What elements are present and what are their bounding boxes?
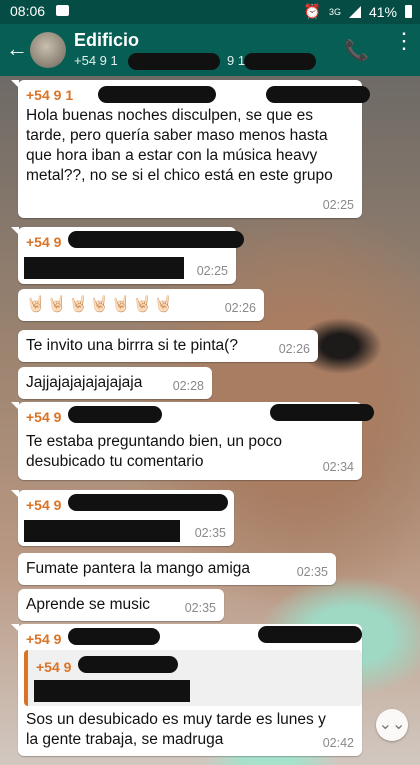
- message-sender: +54 9 1: [26, 87, 74, 103]
- message-time: 02:34: [322, 459, 354, 474]
- redaction: [24, 257, 184, 279]
- more-options-icon[interactable]: ⋮: [393, 30, 415, 52]
- group-avatar[interactable]: [30, 32, 66, 68]
- redaction: [68, 494, 228, 511]
- add-call-icon[interactable]: 📞: [344, 38, 369, 63]
- redaction: [258, 626, 362, 643]
- quoted-message[interactable]: +54 9: [24, 650, 362, 706]
- message-text: Sos un desubicado es muy tarde es lunes …: [26, 711, 326, 749]
- group-title[interactable]: Edificio: [74, 30, 139, 51]
- message-bubble[interactable]: +54 9 02:25: [11, 227, 244, 284]
- message-text: Fumate pantera la mango amiga: [26, 560, 251, 577]
- signal-icon: [348, 5, 361, 18]
- message-sender: +54 9: [26, 631, 62, 647]
- message-sender: +54 9: [26, 234, 62, 250]
- chat-header: ← Edificio +54 9 1 9 1 📞 ⋮: [0, 24, 420, 76]
- message-bubble[interactable]: +54 9 02:35: [11, 490, 234, 546]
- redaction: [128, 53, 220, 70]
- subtitle-prefix: +54 9 1: [74, 53, 118, 68]
- message-sender: +54 9: [26, 409, 62, 425]
- group-members-subtitle[interactable]: +54 9 1 9 1: [74, 53, 245, 68]
- redaction: [34, 680, 190, 702]
- message-time: 02:26: [278, 341, 310, 356]
- back-arrow-icon[interactable]: ←: [6, 36, 28, 62]
- scroll-to-bottom-icon[interactable]: ⌄⌄: [376, 709, 408, 741]
- redaction: [78, 656, 178, 673]
- message-time: 02:25: [196, 263, 228, 278]
- redaction: [68, 231, 244, 248]
- subtitle-mid: 9 1: [227, 53, 246, 68]
- redaction: [270, 404, 374, 421]
- redaction: [24, 520, 180, 542]
- quoted-sender: +54 9: [36, 659, 72, 675]
- gallery-notification-icon: [56, 5, 69, 16]
- message-bubble[interactable]: +54 9 Te estaba preguntando bien, un poc…: [11, 402, 374, 480]
- message-bubble[interactable]: Aprende se music 02:35: [18, 589, 224, 621]
- message-text: Te invito una birrra si te pinta(?: [26, 337, 238, 354]
- message-text: Hola buenas noches disculpen, se que es …: [26, 107, 333, 185]
- redaction: [244, 53, 316, 70]
- redaction: [68, 628, 160, 645]
- message-bubble[interactable]: +54 9 1 Hola buenas noches disculpen, se…: [11, 80, 370, 218]
- message-time: 02:42: [322, 735, 354, 750]
- message-time: 02:26: [224, 300, 256, 315]
- battery-icon: [405, 5, 412, 18]
- status-time: 08:06: [10, 3, 46, 19]
- network-type: 3G: [328, 6, 341, 17]
- message-bubble[interactable]: +54 9 +54 9 Sos un desubicado es muy tar…: [11, 624, 362, 756]
- message-text: Te estaba preguntando bien, un poco desu…: [26, 433, 282, 471]
- message-bubble[interactable]: Jajjajajajajajajaja 02:28: [18, 367, 212, 399]
- chat-area: +54 9 1 Hola buenas noches disculpen, se…: [0, 76, 420, 765]
- message-text: Jajjajajajajajajaja: [26, 374, 143, 391]
- status-bar: 08:06 ⏰ 3G 41%: [0, 0, 420, 24]
- message-time: 02:35: [184, 600, 216, 615]
- message-bubble[interactable]: Fumate pantera la mango amiga 02:35: [18, 553, 336, 585]
- battery-percent: 41%: [368, 3, 397, 20]
- alarm-icon: ⏰: [303, 3, 321, 19]
- message-time: 02:35: [194, 525, 226, 540]
- message-bubble[interactable]: 🤘🏻🤘🏻🤘🏻🤘🏻🤘🏻🤘🏻🤘🏻 02:26: [18, 289, 264, 321]
- message-text: 🤘🏻🤘🏻🤘🏻🤘🏻🤘🏻🤘🏻🤘🏻: [26, 296, 176, 313]
- message-time: 02:28: [172, 378, 204, 393]
- message-time: 02:25: [322, 197, 354, 212]
- redaction: [266, 86, 370, 103]
- message-text: Aprende se music: [26, 596, 151, 613]
- message-sender: +54 9: [26, 497, 62, 513]
- redaction: [98, 86, 216, 103]
- redaction: [68, 406, 162, 423]
- message-time: 02:35: [296, 564, 328, 579]
- message-bubble[interactable]: Te invito una birrra si te pinta(? 02:26: [18, 330, 318, 362]
- status-icons: ⏰ 3G 41%: [304, 3, 412, 20]
